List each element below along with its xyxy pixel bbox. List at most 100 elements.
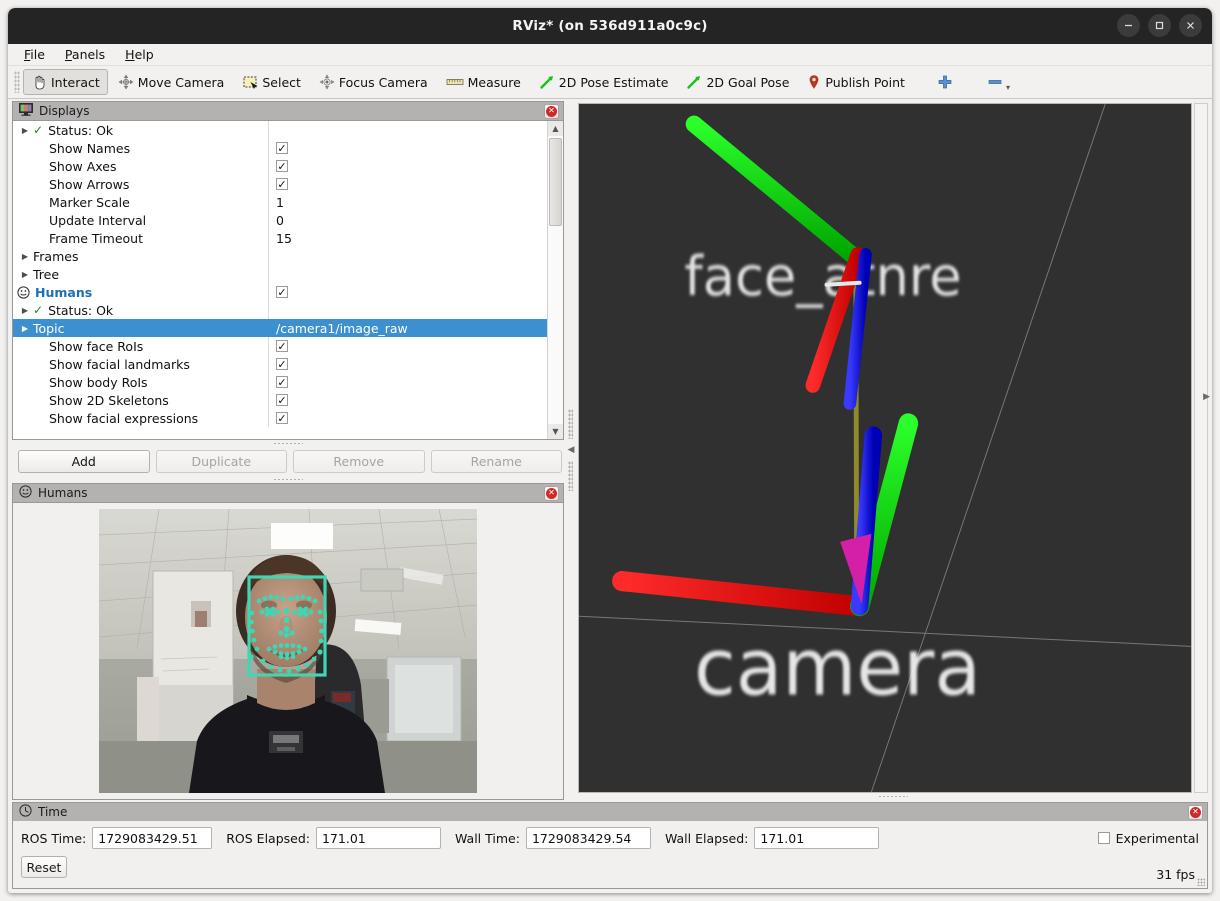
displays-tree-row[interactable]: ▶✓Status: Ok bbox=[13, 121, 547, 139]
tree-row-checkbox[interactable]: ✓ bbox=[276, 376, 288, 388]
wall-elapsed-field[interactable]: 171.01 bbox=[754, 827, 879, 849]
tree-row-value-cell[interactable] bbox=[268, 247, 547, 265]
scroll-thumb[interactable] bbox=[549, 138, 562, 226]
ruler-icon bbox=[446, 74, 464, 90]
time-panel-close-button[interactable]: ✕ bbox=[1188, 805, 1203, 820]
displays-resize-grip[interactable] bbox=[12, 440, 564, 447]
menu-help[interactable]: Help bbox=[125, 47, 154, 62]
tree-row-value-cell[interactable]: ✓ bbox=[268, 139, 547, 157]
displays-tree-row[interactable]: Show Names✓ bbox=[13, 139, 547, 157]
displays-tree-row[interactable]: ▶Frames bbox=[13, 247, 547, 265]
tool-measure[interactable]: Measure bbox=[438, 69, 529, 95]
tool-select[interactable]: Select bbox=[234, 69, 309, 95]
tree-row-value-cell[interactable]: ✓ bbox=[268, 391, 547, 409]
scroll-up-arrow[interactable]: ▲ bbox=[548, 121, 563, 136]
tree-expander-arrow[interactable]: ▶ bbox=[17, 324, 33, 333]
ros-elapsed-field[interactable]: 171.01 bbox=[316, 827, 441, 849]
displays-tree-row[interactable]: Show Axes✓ bbox=[13, 157, 547, 175]
tree-row-checkbox[interactable]: ✓ bbox=[276, 340, 288, 352]
tree-expander-arrow[interactable]: ▶ bbox=[17, 126, 33, 135]
render-view-3d[interactable]: face_atnre bbox=[578, 103, 1192, 793]
tree-row-checkbox[interactable]: ✓ bbox=[276, 358, 288, 370]
tree-row-value-cell[interactable]: ✓ bbox=[268, 355, 547, 373]
tool-focus-camera[interactable]: Focus Camera bbox=[311, 69, 436, 95]
displays-tree-row[interactable]: Update Interval0 bbox=[13, 211, 547, 229]
displays-tree-row[interactable]: Show body RoIs✓ bbox=[13, 373, 547, 391]
menu-file[interactable]: File bbox=[24, 47, 45, 62]
displays-tree-row[interactable]: ▶Topic/camera1/image_raw bbox=[13, 319, 547, 337]
scroll-down-arrow[interactable]: ▼ bbox=[548, 424, 563, 439]
tree-row-label: Frames bbox=[33, 249, 78, 264]
tree-row-value-cell[interactable] bbox=[268, 301, 547, 319]
tool-2d-goal-pose[interactable]: 2D Goal Pose bbox=[678, 69, 797, 95]
tree-row-checkbox[interactable]: ✓ bbox=[276, 412, 288, 424]
tool-measure-label: Measure bbox=[467, 75, 521, 90]
toolbar-overflow-arrow[interactable]: ▾ bbox=[1006, 83, 1010, 92]
displays-tree-row[interactable]: Marker Scale1 bbox=[13, 193, 547, 211]
menu-panels[interactable]: Panels bbox=[65, 47, 105, 62]
tree-expander-arrow[interactable]: ▶ bbox=[17, 306, 33, 315]
displays-panel-close-button[interactable]: ✕ bbox=[544, 104, 559, 119]
displays-tree-row[interactable]: ▶Tree bbox=[13, 265, 547, 283]
displays-tree-row[interactable]: ▶✓Status: Ok bbox=[13, 301, 547, 319]
humans-panel-close-button[interactable]: ✕ bbox=[544, 486, 559, 501]
tool-interact[interactable]: Interact bbox=[23, 69, 108, 95]
tree-row-checkbox[interactable]: ✓ bbox=[276, 142, 288, 154]
tree-row-value-cell[interactable]: /camera1/image_raw bbox=[268, 319, 547, 337]
dock-splitter[interactable]: ◀ bbox=[564, 99, 578, 800]
close-button[interactable] bbox=[1179, 14, 1202, 37]
add-display-button[interactable]: Add bbox=[18, 450, 150, 473]
render-view-resize-grip[interactable] bbox=[578, 793, 1208, 800]
displays-tree-row[interactable]: Show facial landmarks✓ bbox=[13, 355, 547, 373]
toolbar-drag-handle[interactable] bbox=[14, 71, 20, 93]
tool-move-camera[interactable]: Move Camera bbox=[110, 69, 233, 95]
maximize-button[interactable] bbox=[1148, 14, 1171, 37]
collapse-left-dock-arrow[interactable]: ◀ bbox=[568, 445, 575, 455]
wall-time-field[interactable]: 1729083429.54 bbox=[526, 827, 651, 849]
tree-row-checkbox[interactable]: ✓ bbox=[276, 160, 288, 172]
tree-row-label: Topic bbox=[33, 321, 64, 336]
reset-button[interactable]: Reset bbox=[21, 856, 67, 878]
tree-expander-arrow[interactable]: ▶ bbox=[17, 252, 33, 261]
displays-tree-row[interactable]: Frame Timeout15 bbox=[13, 229, 547, 247]
tree-row-value-cell[interactable]: 15 bbox=[268, 229, 547, 247]
tree-row-value-cell[interactable]: ✓ bbox=[268, 157, 547, 175]
ros-time-field[interactable]: 1729083429.51 bbox=[92, 827, 212, 849]
tree-row-value-cell[interactable]: ✓ bbox=[268, 373, 547, 391]
tree-row-checkbox[interactable]: ✓ bbox=[276, 178, 288, 190]
displays-scrollbar[interactable]: ▲ ▼ bbox=[547, 121, 563, 439]
tree-row-label: Status: Ok bbox=[48, 123, 113, 138]
tree-row-value-cell[interactable] bbox=[268, 121, 547, 139]
render-view-scrollbar[interactable] bbox=[1194, 103, 1208, 793]
window-resize-grip[interactable] bbox=[1197, 878, 1205, 886]
experimental-toggle[interactable]: Experimental bbox=[1098, 831, 1199, 846]
displays-tree-row[interactable]: Show 2D Skeletons✓ bbox=[13, 391, 547, 409]
displays-tree[interactable]: ▶✓Status: OkShow Names✓Show Axes✓Show Ar… bbox=[13, 121, 547, 439]
tree-row-value-cell[interactable]: ✓ bbox=[268, 175, 547, 193]
splitter-grip[interactable] bbox=[568, 461, 573, 491]
tree-row-value-cell[interactable]: ✓ bbox=[268, 337, 547, 355]
tree-row-value-cell[interactable]: 0 bbox=[268, 211, 547, 229]
tree-row-value-cell[interactable]: 1 bbox=[268, 193, 547, 211]
scroll-track[interactable] bbox=[548, 136, 563, 424]
minimize-button[interactable] bbox=[1117, 14, 1140, 37]
tool-remove-panel[interactable]: ▾ bbox=[979, 69, 1018, 95]
tool-2d-pose-estimate[interactable]: 2D Pose Estimate bbox=[531, 69, 677, 95]
displays-tree-row[interactable]: Show Arrows✓ bbox=[13, 175, 547, 193]
panel-splitter-grip[interactable] bbox=[12, 476, 564, 483]
displays-tree-row[interactable]: Show facial expressions✓ bbox=[13, 409, 547, 427]
camera-image-area[interactable] bbox=[12, 502, 564, 800]
tree-row-checkbox[interactable]: ✓ bbox=[276, 286, 288, 298]
tree-expander-arrow[interactable]: ▶ bbox=[17, 270, 33, 279]
displays-tree-row[interactable]: Humans✓ bbox=[13, 283, 547, 301]
tree-row-value-cell[interactable]: ✓ bbox=[268, 409, 547, 427]
tree-row-value-cell[interactable] bbox=[268, 265, 547, 283]
tool-add-panel[interactable] bbox=[929, 69, 961, 95]
collapse-right-dock-arrow[interactable]: ▶ bbox=[1203, 392, 1210, 402]
splitter-grip[interactable] bbox=[568, 409, 573, 439]
tree-row-checkbox[interactable]: ✓ bbox=[276, 394, 288, 406]
tree-row-value-cell[interactable]: ✓ bbox=[268, 283, 547, 301]
experimental-checkbox[interactable] bbox=[1098, 832, 1110, 844]
tool-publish-point[interactable]: Publish Point bbox=[799, 69, 913, 95]
displays-tree-row[interactable]: Show face RoIs✓ bbox=[13, 337, 547, 355]
